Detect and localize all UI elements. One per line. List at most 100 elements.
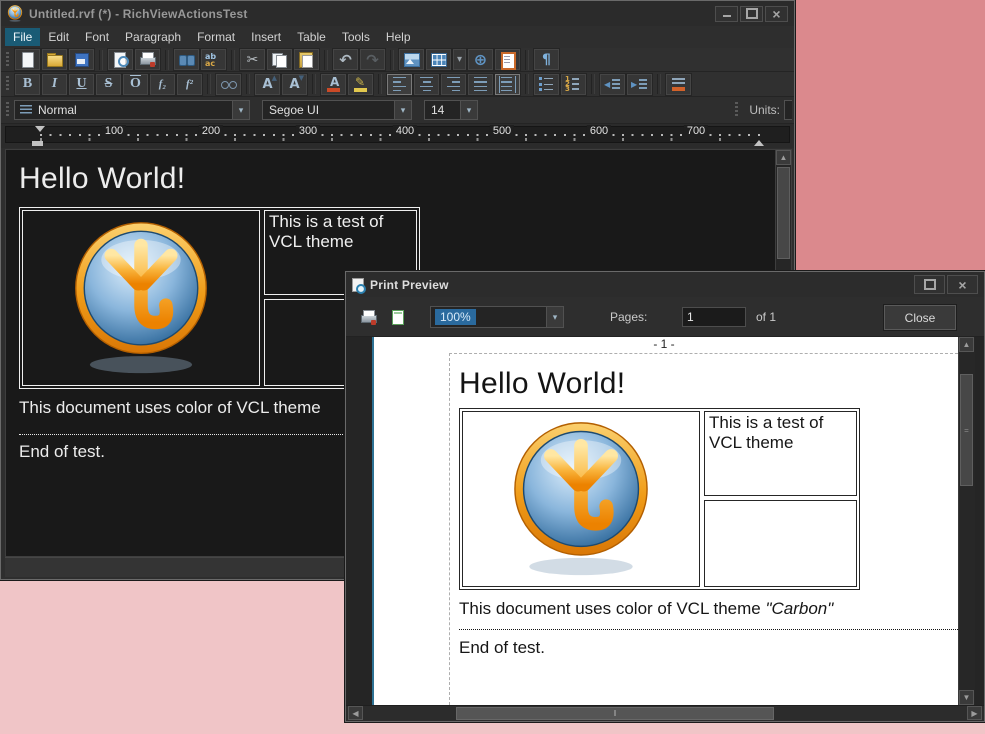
ruler-number: 300 [296,125,320,137]
print-button[interactable] [356,305,380,329]
indent-button[interactable] [627,74,652,95]
close-preview-button[interactable]: Close [884,305,956,330]
preview-titlebar[interactable]: Print Preview [346,272,984,297]
redo-icon [364,51,381,68]
show-paragraph-marks-button[interactable] [534,49,559,70]
outdent-button[interactable] [600,74,625,95]
toolbar-styles: Normal Segoe UI 14 Units: [1,97,794,124]
zoom-combo[interactable]: 100% [430,306,564,328]
toolbar-grip[interactable] [6,52,9,68]
units-combo[interactable] [784,100,792,120]
paragraph-color-button[interactable] [666,74,691,95]
toolbar-grip[interactable] [6,76,9,92]
new-button[interactable] [15,49,40,70]
align-right-button[interactable] [441,74,466,95]
font-size-combo-arrow[interactable] [460,101,477,119]
left-indent-marker[interactable] [32,141,43,146]
copy-button[interactable] [267,49,292,70]
underline-button[interactable] [69,74,94,95]
toolbar-grip[interactable] [735,102,738,118]
insert-image-button[interactable] [399,49,424,70]
cut-button[interactable] [240,49,265,70]
paragraph-color-icon [670,76,687,93]
insert-textbox-button[interactable] [495,49,520,70]
style-combo[interactable]: Normal [14,100,250,120]
grow-font-icon [259,76,276,93]
italic-icon [46,76,63,93]
ruler-number: 400 [393,125,417,137]
font-combo[interactable]: Segoe UI [262,100,412,120]
menu-tools[interactable]: Tools [334,28,378,46]
bullets-button[interactable] [534,74,559,95]
right-indent-marker[interactable] [754,140,764,146]
italic-button[interactable] [42,74,67,95]
align-left-button[interactable] [387,74,412,95]
page-setup-button[interactable] [386,305,410,329]
overline-button[interactable] [123,74,148,95]
font-combo-arrow[interactable] [394,101,411,119]
redo-button[interactable] [360,49,385,70]
strikethrough-button[interactable] [96,74,121,95]
preview-vertical-scrollbar[interactable]: ▲ = ▼ [958,337,975,705]
print-button[interactable] [135,49,160,70]
menu-table[interactable]: Table [289,28,334,46]
preview-horizontal-scrollbar[interactable]: ◀ ‖ ▶ [346,705,984,721]
special-symbols-button[interactable] [216,74,241,95]
superscript-button[interactable] [177,74,202,95]
font-combo-value: Segoe UI [263,103,325,117]
margin-guide-top [449,353,958,354]
shrink-font-button[interactable] [282,74,307,95]
preview-viewport[interactable]: - 1 - Hello World! This is a test of VCL… [346,337,984,705]
toolbar-separator [312,74,316,94]
minimize-button[interactable] [715,6,738,22]
align-justify-button[interactable] [468,74,493,95]
bold-button[interactable] [15,74,40,95]
ruler[interactable]: 100200300400500600700 [1,124,794,148]
grow-font-button[interactable] [255,74,280,95]
toolbar-separator [324,50,328,70]
align-left-icon [391,76,408,93]
menu-paragraph[interactable]: Paragraph [117,28,189,46]
trichview-logo [70,220,212,376]
insert-hyperlink-button[interactable] [468,49,493,70]
paste-button[interactable] [294,49,319,70]
zoom-combo-arrow[interactable] [546,307,563,327]
preview-button[interactable] [108,49,133,70]
style-combo-arrow[interactable] [232,101,249,119]
font-size-combo[interactable]: 14 [424,100,478,120]
toolbar-grip[interactable] [6,102,9,118]
table-dropdown-icon [454,51,465,68]
menu-help[interactable]: Help [378,28,419,46]
save-button[interactable] [69,49,94,70]
maximize-button[interactable] [740,6,763,22]
highlight-button[interactable] [348,74,373,95]
preview-maximize-button[interactable] [914,275,945,294]
replace-button[interactable]: abac [201,49,226,70]
app-logo-icon [7,5,23,22]
preview-close-button[interactable] [947,275,978,294]
undo-button[interactable] [333,49,358,70]
insert-table-button[interactable] [426,49,451,70]
toolbar-separator [165,50,169,70]
toolbar-formatting: 123 [1,72,794,97]
menu-edit[interactable]: Edit [40,28,77,46]
editor-titlebar[interactable]: Untitled.rvf (*) - RichViewActionsTest [1,1,794,26]
table-dropdown-button[interactable] [453,49,466,70]
menu-insert[interactable]: Insert [243,28,289,46]
menu-format[interactable]: Format [189,28,243,46]
page-number-input[interactable] [682,307,746,327]
numbering-button[interactable]: 123 [561,74,586,95]
close-button[interactable] [765,6,788,22]
toolbar-separator [525,50,529,70]
insert-image-icon [403,51,420,68]
find-button[interactable] [174,49,199,70]
subscript-button[interactable] [150,74,175,95]
menu-file[interactable]: File [5,28,40,46]
first-line-indent-marker[interactable] [35,126,45,132]
open-button[interactable] [42,49,67,70]
menu-font[interactable]: Font [77,28,117,46]
justify-full-button[interactable] [495,74,520,95]
font-color-button[interactable] [321,74,346,95]
align-center-button[interactable] [414,74,439,95]
preview-table-cell-image [462,411,700,587]
